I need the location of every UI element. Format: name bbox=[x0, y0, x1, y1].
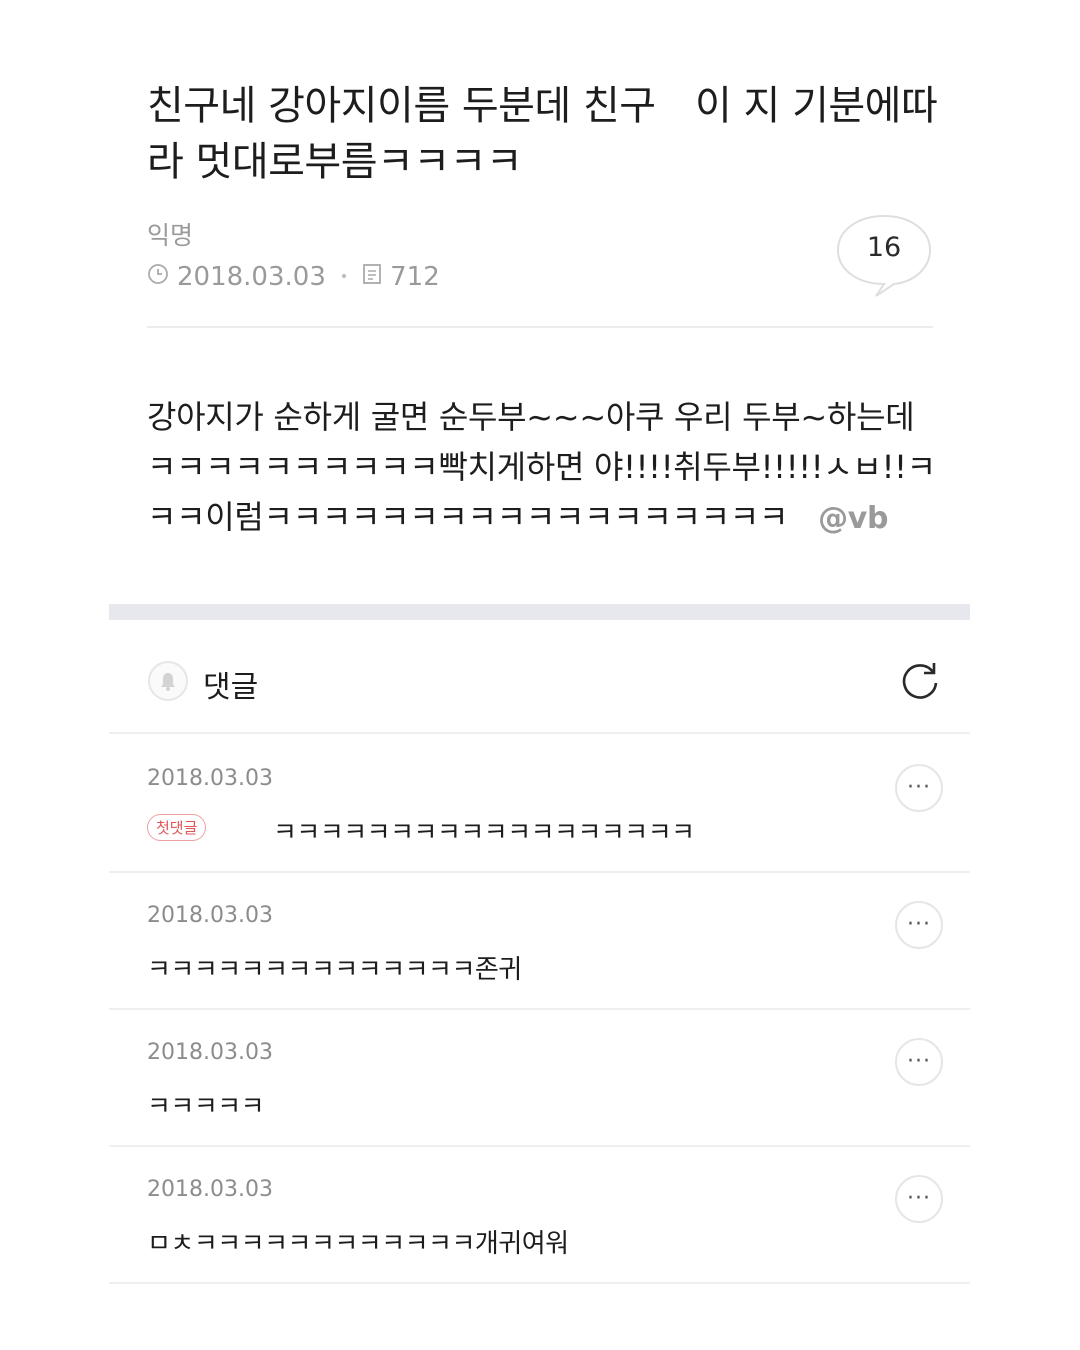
header-divider bbox=[147, 326, 933, 328]
comment-text: ㅋㅋㅋㅋㅋㅋㅋㅋㅋㅋㅋㅋㅋㅋㅋㅋㅋㅋ bbox=[273, 818, 695, 848]
view-count: 712 bbox=[390, 262, 440, 292]
comments-header: 댓글 bbox=[109, 630, 970, 734]
refresh-icon[interactable] bbox=[897, 658, 943, 704]
comment-text: ㅋㅋㅋㅋㅋㅋㅋㅋㅋㅋㅋㅋㅋㅋ존귀 bbox=[147, 955, 522, 985]
comment-text: ㅋㅋㅋㅋㅋ bbox=[147, 1092, 265, 1122]
watermark: @vb bbox=[818, 501, 889, 536]
post-meta: 2018.03.03 • 712 bbox=[147, 260, 440, 294]
more-options-button[interactable]: ··· bbox=[895, 901, 943, 949]
section-separator bbox=[109, 604, 970, 620]
comment-count-bubble[interactable]: 16 bbox=[836, 214, 932, 297]
comment-item: 2018.03.03 ㅋㅋㅋㅋㅋ ··· bbox=[109, 1008, 970, 1147]
document-icon bbox=[362, 262, 382, 292]
comment-text: ㅁㅊㅋㅋㅋㅋㅋㅋㅋㅋㅋㅋㅋㅋ개귀여워 bbox=[147, 1229, 569, 1259]
comment-date: 2018.03.03 bbox=[147, 903, 273, 928]
comment-item: 2018.03.03 첫댓글 ㅋㅋㅋㅋㅋㅋㅋㅋㅋㅋㅋㅋㅋㅋㅋㅋㅋㅋ ··· bbox=[109, 734, 970, 873]
comment-count: 16 bbox=[866, 232, 902, 263]
comment-date: 2018.03.03 bbox=[147, 1177, 273, 1202]
comment-item: 2018.03.03 ㅋㅋㅋㅋㅋㅋㅋㅋㅋㅋㅋㅋㅋㅋ존귀 ··· bbox=[109, 871, 970, 1010]
comments-label: 댓글 bbox=[203, 670, 259, 705]
more-options-button[interactable]: ··· bbox=[895, 1175, 943, 1223]
post-title: 친구네 강아지이름 두분데 친구 이 지 기분에따라 멋대로부름ㅋㅋㅋㅋ bbox=[147, 83, 938, 185]
post-date: 2018.03.03 bbox=[177, 262, 326, 292]
more-options-button[interactable]: ··· bbox=[895, 1038, 943, 1086]
post-body: 강아지가 순하게 굴면 순두부~~~아쿠 우리 두부~하는데ㅋㅋㅋㅋㅋㅋㅋㅋㅋㅋ… bbox=[147, 392, 937, 544]
comment-item: 2018.03.03 ㅁㅊㅋㅋㅋㅋㅋㅋㅋㅋㅋㅋㅋㅋ개귀여워 ··· bbox=[109, 1145, 970, 1284]
comment-date: 2018.03.03 bbox=[147, 1040, 273, 1065]
post-author[interactable]: 익명 bbox=[147, 216, 193, 252]
bell-icon[interactable] bbox=[147, 660, 189, 702]
meta-separator: • bbox=[339, 269, 349, 285]
comment-date: 2018.03.03 bbox=[147, 766, 273, 791]
more-options-button[interactable]: ··· bbox=[895, 764, 943, 812]
first-comment-badge: 첫댓글 bbox=[147, 814, 207, 841]
clock-icon bbox=[147, 262, 169, 292]
